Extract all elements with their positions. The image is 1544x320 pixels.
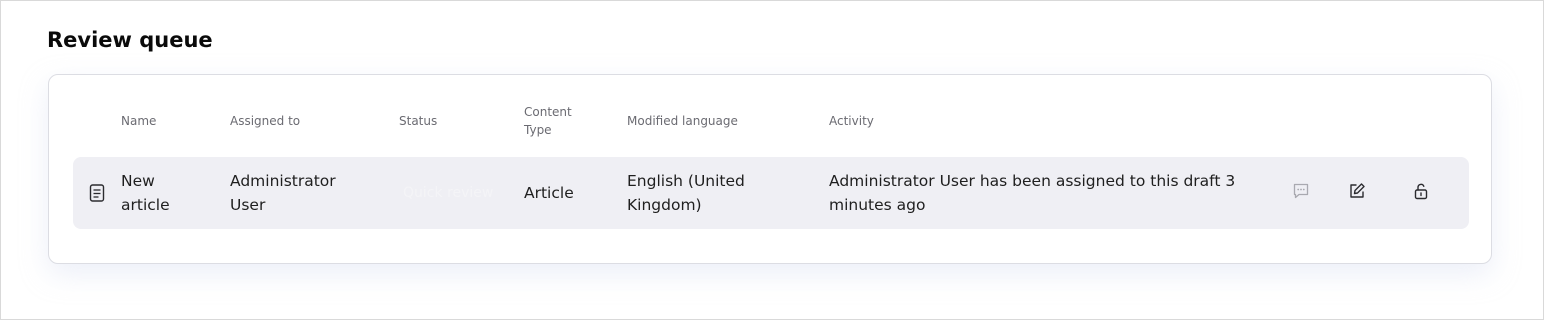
row-assigned-line2: User bbox=[230, 196, 266, 214]
row-activity: Administrator User has been assigned to … bbox=[829, 169, 1235, 217]
column-header-content-type[interactable]: Content Type bbox=[524, 103, 572, 139]
edit-button[interactable] bbox=[1342, 178, 1372, 208]
column-header-content-type-line2: Type bbox=[524, 123, 552, 137]
column-header-modified-language[interactable]: Modified language bbox=[627, 112, 738, 130]
row-activity-line2: minutes ago bbox=[829, 196, 926, 214]
section-title: Review queue bbox=[47, 28, 213, 52]
row-language-line1: English (United bbox=[627, 172, 745, 190]
review-queue-table: Name Assigned to Status Content Type Mod… bbox=[48, 74, 1492, 264]
row-assigned-to: Administrator User bbox=[230, 169, 336, 217]
comment-icon bbox=[1292, 182, 1310, 204]
column-header-status[interactable]: Status bbox=[399, 112, 437, 130]
row-content-type: Article bbox=[524, 184, 574, 202]
status-badge: Quick review bbox=[403, 185, 494, 201]
row-name-line2: article bbox=[121, 196, 170, 214]
column-header-activity[interactable]: Activity bbox=[829, 112, 874, 130]
row-name[interactable]: New article bbox=[121, 169, 170, 217]
review-queue-panel: Review queue Name Assigned to Status Con… bbox=[0, 0, 1544, 320]
edit-icon bbox=[1348, 182, 1366, 204]
row-name-line1: New bbox=[121, 172, 155, 190]
row-assigned-line1: Administrator bbox=[230, 172, 336, 190]
comment-button[interactable] bbox=[1286, 178, 1316, 208]
document-icon bbox=[89, 184, 105, 206]
row-modified-language: English (United Kingdom) bbox=[627, 169, 745, 217]
unlock-button[interactable] bbox=[1406, 178, 1436, 208]
column-header-content-type-line1: Content bbox=[524, 105, 572, 119]
unlock-icon bbox=[1412, 182, 1430, 204]
table-row[interactable]: New article Administrator User Quick rev… bbox=[73, 157, 1469, 229]
column-header-name[interactable]: Name bbox=[121, 112, 156, 130]
row-language-line2: Kingdom) bbox=[627, 196, 702, 214]
row-activity-line1: Administrator User has been assigned to … bbox=[829, 172, 1236, 190]
column-header-assigned-to[interactable]: Assigned to bbox=[230, 112, 300, 130]
